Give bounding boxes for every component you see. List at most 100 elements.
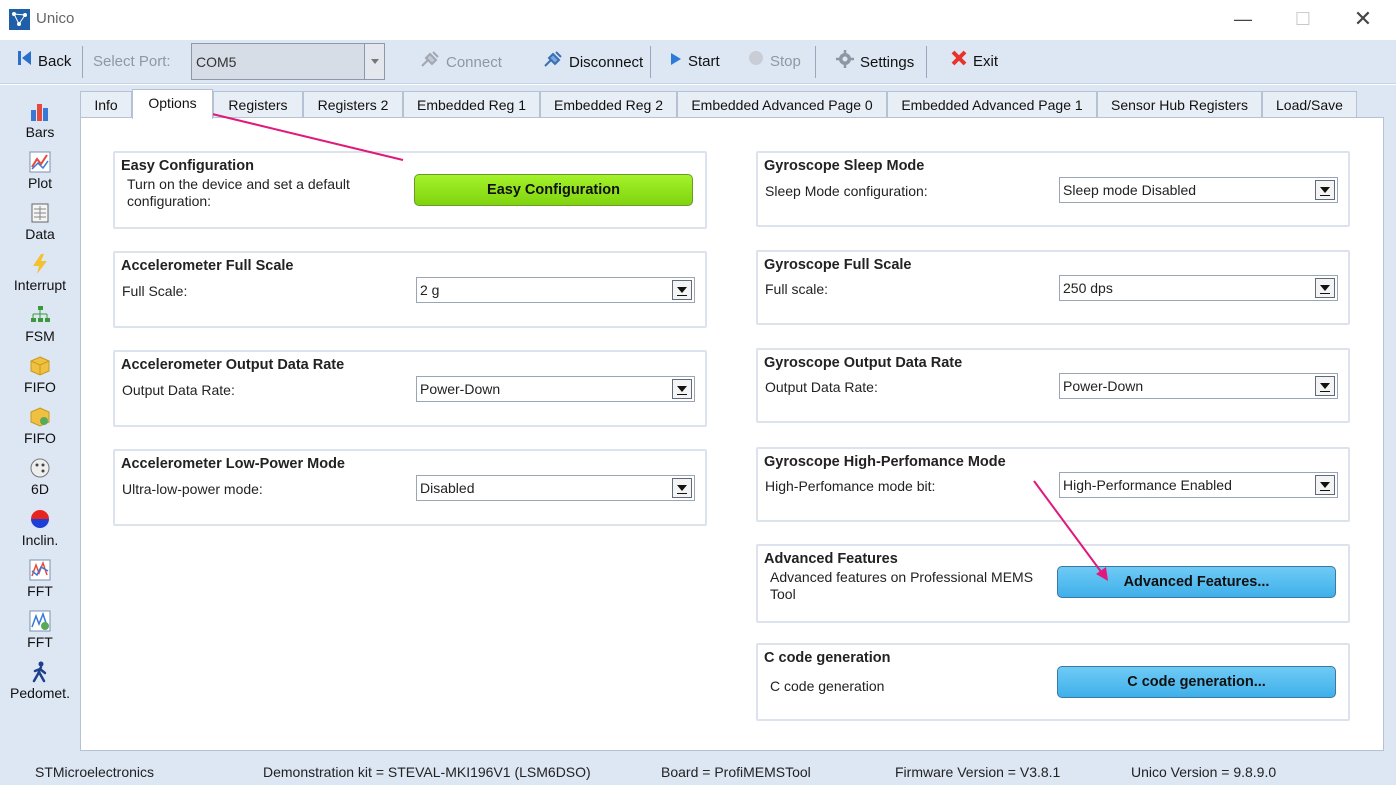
status-demo-kit: Demonstration kit = STEVAL-MKI196V1 (LSM… — [263, 764, 591, 780]
group-title: Advanced Features — [764, 551, 898, 567]
field-label: Output Data Rate: — [765, 379, 878, 395]
stop-button[interactable]: Stop — [748, 50, 801, 74]
tab-embedded-advanced-page-1[interactable]: Embedded Advanced Page 1 — [887, 91, 1097, 118]
field-label: Full scale: — [765, 281, 829, 297]
chevron-down-icon[interactable] — [1315, 376, 1335, 396]
chevron-down-icon[interactable] — [364, 44, 384, 79]
options-panel: Easy Configuration Turn on the device an… — [80, 117, 1384, 751]
easy-configuration-button[interactable]: Easy Configuration — [414, 174, 693, 206]
fft-icon — [29, 559, 51, 581]
status-firmware-version: Firmware Version = V3.8.1 — [895, 764, 1061, 780]
tab-registers-2[interactable]: Registers 2 — [303, 91, 403, 118]
tab-load-save[interactable]: Load/Save — [1262, 91, 1357, 118]
unico-logo-icon — [9, 9, 30, 30]
advanced-features-button[interactable]: Advanced Features... — [1057, 566, 1336, 598]
toolbar-separator — [82, 46, 83, 78]
accelerometer-full-scale-select[interactable]: 2 g — [416, 277, 695, 303]
accelerometer-low-power-select[interactable]: Disabled — [416, 475, 695, 501]
port-select[interactable]: COM5 — [191, 43, 385, 80]
field-label: High-Perfomance mode bit: — [765, 478, 936, 494]
disconnect-button[interactable]: Disconnect — [543, 50, 643, 74]
gyroscope-odr-select[interactable]: Power-Down — [1059, 373, 1338, 399]
chevron-down-icon[interactable] — [672, 478, 692, 498]
line-plot-icon — [29, 151, 51, 173]
toolbar-separator — [926, 46, 927, 78]
group-title: Gyroscope High-Perfomance Mode — [764, 454, 1006, 470]
tab-info[interactable]: Info — [80, 91, 132, 118]
sidebar-item-fsm[interactable]: FSM — [0, 304, 80, 344]
gyroscope-high-performance-select[interactable]: High-Performance Enabled — [1059, 472, 1338, 498]
settings-button[interactable]: Settings — [836, 50, 914, 74]
chevron-down-icon[interactable] — [672, 280, 692, 300]
back-button[interactable]: Back — [18, 50, 71, 74]
chevron-down-icon[interactable] — [1315, 180, 1335, 200]
sidebar-item-bars[interactable]: Bars — [0, 100, 80, 140]
c-code-generation-button[interactable]: C code generation... — [1057, 666, 1336, 698]
box-icon — [29, 355, 51, 377]
dice-icon — [29, 457, 51, 479]
tab-embedded-reg-2[interactable]: Embedded Reg 2 — [540, 91, 677, 118]
gyroscope-full-scale-select[interactable]: 250 dps — [1059, 275, 1338, 301]
group-title: Gyroscope Output Data Rate — [764, 355, 963, 371]
walking-person-icon — [29, 661, 51, 683]
maximize-button[interactable]: ☐ — [1280, 6, 1326, 34]
toolbar-separator — [650, 46, 651, 78]
data-table-icon — [29, 202, 51, 224]
easy-configuration-group: Easy Configuration Turn on the device an… — [113, 151, 707, 229]
start-button[interactable]: Start — [670, 50, 720, 74]
connect-button[interactable]: Connect — [420, 50, 502, 74]
accelerometer-odr-select[interactable]: Power-Down — [416, 376, 695, 402]
gyroscope-odr-group: Gyroscope Output Data Rate Output Data R… — [756, 348, 1350, 423]
tab-options[interactable]: Options — [132, 89, 213, 119]
gyroscope-sleep-mode-select[interactable]: Sleep mode Disabled — [1059, 177, 1338, 203]
sidebar-item-inclin[interactable]: Inclin. — [0, 508, 80, 548]
exit-button[interactable]: Exit — [951, 50, 998, 74]
status-board: Board = ProfiMEMSTool — [661, 764, 811, 780]
red-x-icon — [951, 50, 967, 74]
group-title: Accelerometer Output Data Rate — [121, 357, 345, 373]
sidebar-item-fifo-2[interactable]: FIFO — [0, 406, 80, 446]
status-vendor: STMicroelectronics — [35, 764, 155, 780]
tab-embedded-advanced-page-0[interactable]: Embedded Advanced Page 0 — [677, 91, 887, 118]
tab-embedded-reg-1[interactable]: Embedded Reg 1 — [403, 91, 540, 118]
field-label: Ultra-low-power mode: — [122, 481, 263, 497]
group-title: Easy Configuration — [121, 158, 254, 174]
sidebar-item-6d[interactable]: 6D — [0, 457, 80, 497]
chevron-down-icon[interactable] — [672, 379, 692, 399]
gyroscope-full-scale-group: Gyroscope Full Scale Full scale: 250 dps — [756, 250, 1350, 325]
group-title: Gyroscope Sleep Mode — [764, 158, 925, 174]
plug-icon — [420, 50, 440, 76]
select-port-label: Select Port: — [93, 53, 171, 70]
gyroscope-high-performance-group: Gyroscope High-Perfomance Mode High-Perf… — [756, 447, 1350, 522]
gear-icon — [836, 50, 854, 76]
advanced-features-group: Advanced Features Advanced features on P… — [756, 544, 1350, 623]
sidebar: Bars Plot Data Interrupt FSM FIFO FIFO 6… — [0, 85, 78, 755]
sidebar-item-pedometer[interactable]: Pedomet. — [0, 661, 80, 701]
sidebar-item-fft-2[interactable]: FFT — [0, 610, 80, 650]
fft-settings-icon — [29, 610, 51, 632]
field-label: Output Data Rate: — [122, 382, 235, 398]
accelerometer-full-scale-group: Accelerometer Full Scale Full Scale: 2 g — [113, 251, 707, 328]
window-title: Unico — [36, 10, 75, 27]
sidebar-item-fifo[interactable]: FIFO — [0, 355, 80, 395]
state-machine-icon — [29, 304, 51, 326]
sidebar-item-data[interactable]: Data — [0, 202, 80, 242]
lightning-icon — [29, 253, 51, 275]
title-bar: Unico — ☐ ✕ — [0, 0, 1396, 40]
sidebar-item-fft[interactable]: FFT — [0, 559, 80, 599]
close-window-button[interactable]: ✕ — [1340, 6, 1386, 34]
group-title: Accelerometer Full Scale — [121, 258, 294, 274]
chevron-down-icon[interactable] — [1315, 475, 1335, 495]
tab-sensor-hub-registers[interactable]: Sensor Hub Registers — [1097, 91, 1262, 118]
chevron-down-icon[interactable] — [1315, 278, 1335, 298]
unplug-icon — [543, 50, 563, 76]
accelerometer-low-power-group: Accelerometer Low-Power Mode Ultra-low-p… — [113, 449, 707, 526]
status-bar: STMicroelectronics Demonstration kit = S… — [0, 755, 1396, 785]
tab-registers[interactable]: Registers — [213, 91, 303, 118]
accelerometer-odr-group: Accelerometer Output Data Rate Output Da… — [113, 350, 707, 427]
field-label: Sleep Mode configuration: — [765, 183, 928, 199]
toolbar-separator — [815, 46, 816, 78]
minimize-button[interactable]: — — [1220, 6, 1266, 34]
sidebar-item-plot[interactable]: Plot — [0, 151, 80, 191]
sidebar-item-interrupt[interactable]: Interrupt — [0, 253, 80, 293]
